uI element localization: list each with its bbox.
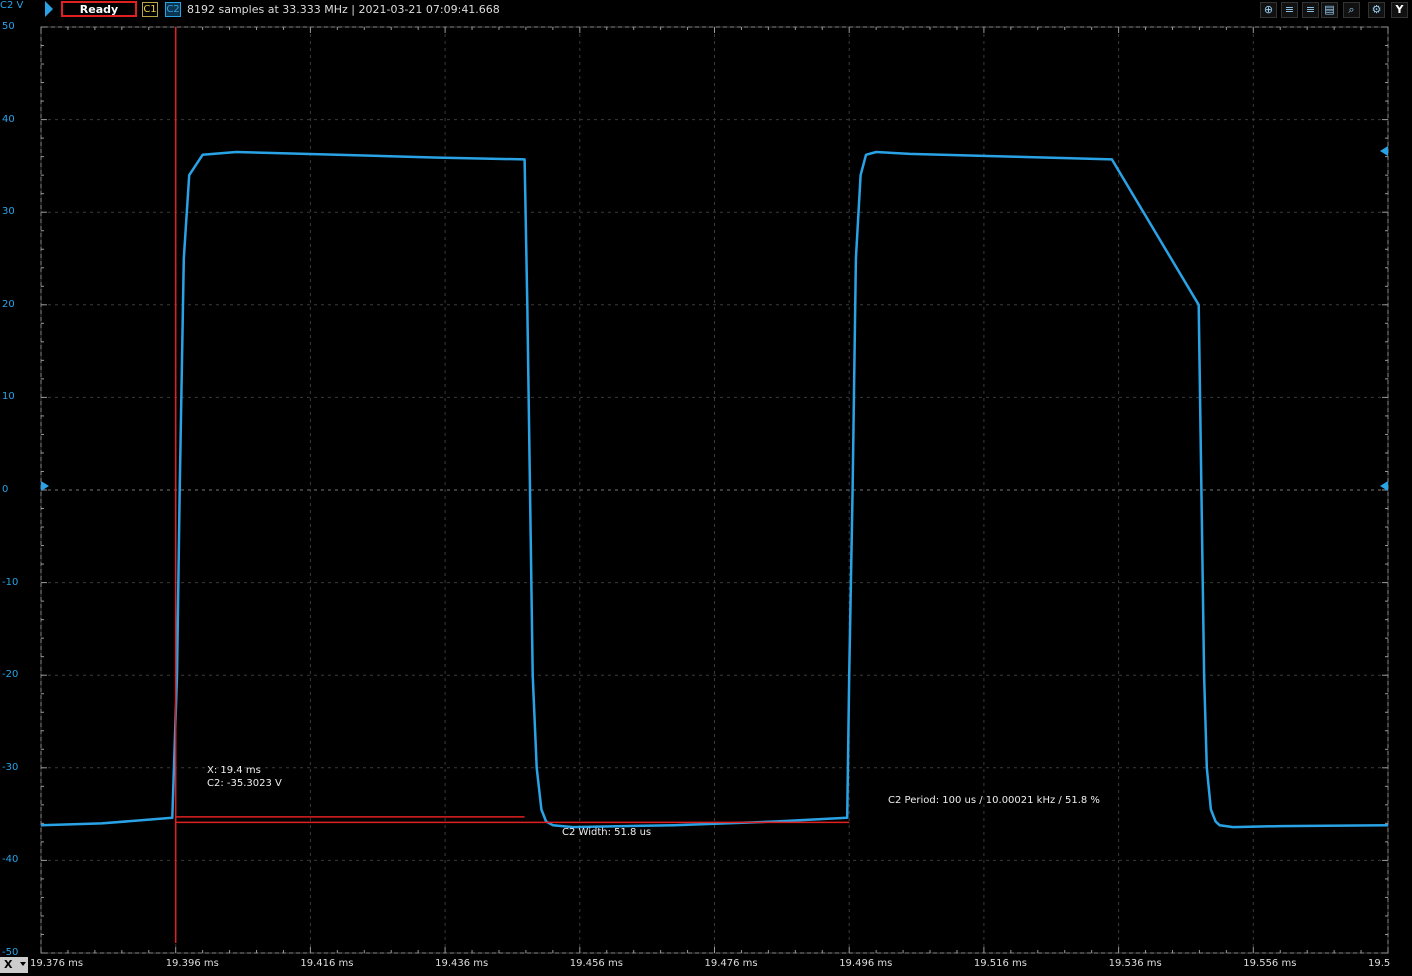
x-tick-label: 19.456 ms <box>569 958 623 969</box>
run-arrow-icon[interactable] <box>45 1 53 17</box>
zoom-in-icon[interactable]: ⊕ <box>1260 2 1277 18</box>
settings-icon[interactable]: ⚙ <box>1368 2 1385 18</box>
y-tick-label: 40 <box>2 113 15 125</box>
search-icon[interactable]: ⌕ <box>1343 2 1360 18</box>
zero-level-marker-left[interactable] <box>41 481 49 491</box>
chevron-down-icon <box>20 962 26 966</box>
x-axis-selector-label: X <box>4 958 13 971</box>
align-center-icon[interactable]: ≡ <box>1302 2 1319 18</box>
y-tick-label: 50 <box>2 21 15 32</box>
y-tick-label: -10 <box>2 576 19 588</box>
x-tick-label: 19.516 ms <box>973 958 1028 969</box>
x-tick-label: 19.556 ms <box>1243 958 1297 969</box>
acquisition-info: 8192 samples at 33.333 MHz | 2021-03-21 … <box>187 3 500 16</box>
y-tick-label: -20 <box>2 669 19 681</box>
y-tick-label: -30 <box>2 761 19 773</box>
x-tick-label: 19.496 ms <box>839 958 893 969</box>
cursor-y-readout: C2: -35.3023 V <box>207 778 282 789</box>
y-tick-label: -40 <box>2 854 19 866</box>
y-tick-label: 0 <box>2 484 9 495</box>
channel-c2-button[interactable]: C2 <box>165 2 181 17</box>
zero-level-marker-right[interactable] <box>1380 481 1388 491</box>
fit-icon[interactable]: ▤ <box>1321 2 1338 18</box>
y-tick-label: 10 <box>2 391 15 403</box>
cursor-layer[interactable] <box>174 27 850 943</box>
x-axis-selector[interactable]: X <box>0 957 28 973</box>
x-tick-label: 19.376 ms <box>30 958 84 969</box>
x-tick-label: 19.536 ms <box>1108 958 1162 969</box>
x-tick-label: 19.436 ms <box>435 958 489 969</box>
width-measurement-label: C2 Width: 51.8 us <box>562 827 652 838</box>
trigger-level-marker[interactable] <box>1380 146 1388 156</box>
grid <box>40 26 1389 954</box>
x-tick-label: 19.396 ms <box>165 958 219 969</box>
align-left-icon[interactable]: ≡ <box>1281 2 1298 18</box>
y-axis-button[interactable]: Y <box>1391 2 1408 18</box>
x-tick-label: 19.576 ms <box>1368 958 1390 969</box>
y-tick-label: 30 <box>2 206 15 218</box>
channel-c1-button[interactable]: C1 <box>142 2 158 17</box>
toolbar: C2 V Ready C1 C2 8192 samples at 33.333 … <box>0 0 1412 20</box>
x-tick-label: 19.416 ms <box>300 958 354 969</box>
status-ready-button[interactable]: Ready <box>61 1 137 17</box>
channel-axis-label: C2 V <box>0 0 24 11</box>
plot-area[interactable] <box>0 20 1412 956</box>
cursor-x-readout: X: 19.4 ms <box>207 765 261 776</box>
y-tick-label: 20 <box>2 298 15 310</box>
x-tick-label: 19.476 ms <box>704 958 758 969</box>
period-measurement-label: C2 Period: 100 us / 10.00021 kHz / 51.8 … <box>888 795 1100 806</box>
